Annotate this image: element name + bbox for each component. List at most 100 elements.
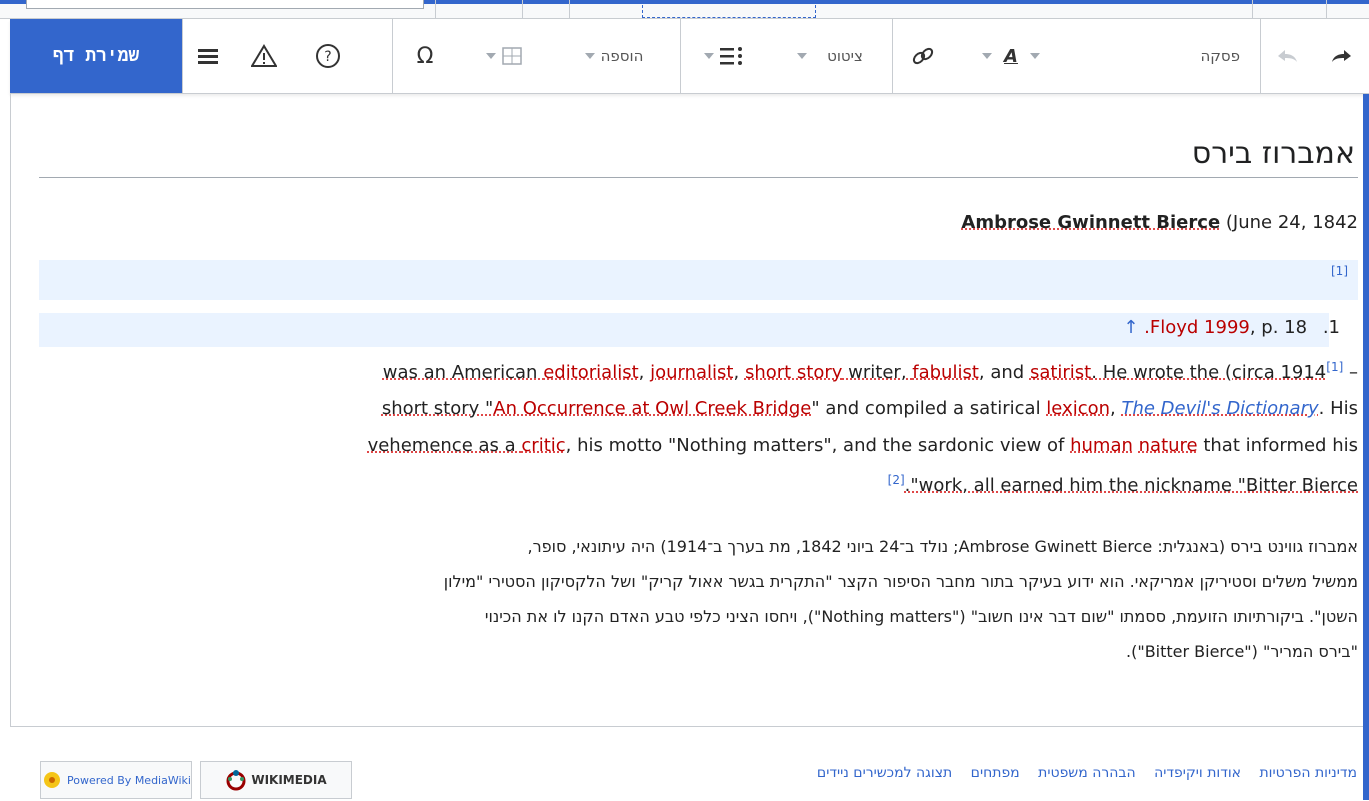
lead-sentence: Ambrose Gwinnett Bierce (June 24, 1842 xyxy=(961,212,1358,233)
text-run: , xyxy=(639,362,650,383)
link-devils-dictionary[interactable]: The Devil's Dictionary xyxy=(1121,398,1318,419)
mediawiki-label: Powered By MediaWiki xyxy=(67,774,191,787)
footer-links: מדיניות הפרטיות אודות ויקיפדיה הבהרה משפ… xyxy=(803,765,1357,781)
chevron-down-icon xyxy=(1030,53,1040,59)
reference-marker[interactable]: [1] xyxy=(1331,264,1348,278)
insert-menu[interactable]: הוספה xyxy=(546,19,676,93)
reference-number: .1 xyxy=(1323,317,1340,338)
link-button[interactable] xyxy=(892,19,953,93)
footer-link-developers[interactable]: מפתחים xyxy=(971,765,1020,781)
hebrew-line-2: ממשיל משלים וסטיריקן אמריקאי. הוא ידוע ב… xyxy=(444,572,1358,591)
text-run: , xyxy=(1110,398,1121,419)
page-footer: מדיניות הפרטיות אודות ויקיפדיה הבהרה משפ… xyxy=(10,726,1369,801)
reference-source-link[interactable]: .Floyd 1999 xyxy=(1144,317,1250,338)
footer-link-disclaimer[interactable]: הבהרה משפטית xyxy=(1038,765,1135,781)
reference-page: , p. 18 xyxy=(1250,317,1307,338)
help-icon: ? xyxy=(315,43,341,69)
chevron-down-icon xyxy=(585,53,595,59)
text-run: was an American xyxy=(383,362,543,383)
chevron-down-icon xyxy=(486,53,496,59)
editing-surface[interactable]: אמברוז בירס Ambrose Gwinnett Bierce (Jun… xyxy=(10,94,1369,800)
english-line-4: [2]."work, all earned him the nickname "… xyxy=(888,473,1358,496)
table-icon xyxy=(502,47,522,65)
link-fabulist[interactable]: fabulist xyxy=(912,362,979,383)
page-title: אמברוז בירס xyxy=(1192,136,1355,171)
link-journalist[interactable]: journalist xyxy=(650,362,733,383)
text-run: , xyxy=(734,362,745,383)
paragraph-label: פסקה xyxy=(1200,47,1240,65)
undo-button[interactable] xyxy=(1260,19,1315,93)
mediawiki-logo-icon xyxy=(41,769,63,791)
menu-button[interactable] xyxy=(182,19,233,93)
english-line-1: was an American editorialist, journalist… xyxy=(383,360,1358,383)
english-line-2: short story "An Occurrence at Owl Creek … xyxy=(382,398,1358,419)
hebrew-line-4: "בירס המריר" ("Bitter Bierce"). xyxy=(1126,642,1358,661)
wikimedia-badge[interactable]: WIKIMEDIA xyxy=(200,761,352,799)
wikimedia-logo-icon xyxy=(225,769,247,791)
link-nature[interactable]: nature xyxy=(1139,435,1198,456)
citation-marker[interactable]: [1] xyxy=(1326,360,1343,374)
chevron-down-icon xyxy=(797,53,807,59)
birth-date: (June 24, 1842 xyxy=(1226,212,1358,233)
divider xyxy=(435,0,436,18)
link-critic[interactable]: critic xyxy=(521,435,565,456)
search-box-partial[interactable] xyxy=(26,0,424,9)
focus-outline xyxy=(642,0,816,18)
text-run: short story " xyxy=(382,398,493,419)
help-button[interactable]: ? xyxy=(296,19,360,93)
mediawiki-badge[interactable]: Powered By MediaWiki xyxy=(40,761,192,799)
cite-label: ציטוט xyxy=(827,47,863,65)
link-short-story[interactable]: short story xyxy=(745,362,842,383)
text-run: ."work, all earned him the nickname "Bit… xyxy=(905,475,1358,496)
link-owl-creek[interactable]: An Occurrence at Owl Creek Bridge xyxy=(493,398,811,419)
divider xyxy=(1252,0,1253,18)
reference-block[interactable]: [1] xyxy=(39,260,1358,300)
page-issues-button[interactable] xyxy=(232,19,296,93)
text-run: writer, xyxy=(842,362,912,383)
footer-link-mobile[interactable]: תצוגה למכשירים ניידים xyxy=(817,765,952,781)
text-run: , his motto "Nothing matters", and the s… xyxy=(566,435,1070,456)
undo-icon xyxy=(1277,48,1299,64)
title-divider xyxy=(39,177,1358,178)
cite-menu[interactable]: ציטוט xyxy=(762,19,892,93)
reference-entry: ↑ .Floyd 1999, p. 18 .1 xyxy=(1123,317,1340,338)
save-button[interactable]: שמירת דף xyxy=(10,19,182,93)
link-satirist[interactable]: satirist xyxy=(1030,362,1091,383)
redo-icon xyxy=(1330,48,1352,64)
english-line-3: vehemence as a critic, his motto "Nothin… xyxy=(368,435,1358,456)
citation-marker[interactable]: [2] xyxy=(888,473,905,487)
list-button[interactable] xyxy=(680,19,761,93)
chevron-down-icon xyxy=(982,53,992,59)
text-run: " and compiled a satirical xyxy=(811,398,1046,419)
footer-link-privacy[interactable]: מדיניות הפרטיות xyxy=(1259,765,1357,781)
text-style-icon: A xyxy=(1004,46,1018,67)
link-human[interactable]: human xyxy=(1070,435,1133,456)
divider xyxy=(1326,0,1327,18)
hamburger-icon xyxy=(198,47,218,65)
text-run: that informed his xyxy=(1198,435,1358,456)
special-character-button[interactable]: Ω xyxy=(392,19,457,93)
wikimedia-label: WIKIMEDIA xyxy=(251,773,326,787)
insert-label: הוספה xyxy=(601,47,644,65)
text-run: vehemence as a xyxy=(368,435,522,456)
text-run: – xyxy=(1343,362,1358,383)
divider xyxy=(522,0,523,18)
link-icon xyxy=(911,44,935,68)
text-run: , and xyxy=(979,362,1030,383)
back-link[interactable]: ↑ xyxy=(1123,317,1138,338)
subject-name: Ambrose Gwinnett Bierce xyxy=(961,212,1220,233)
chevron-down-icon xyxy=(704,53,714,59)
link-lexicon[interactable]: lexicon xyxy=(1046,398,1110,419)
text-style-menu[interactable]: A xyxy=(952,19,1070,93)
editor-toolbar: שמירת דף ? Ω הוספה ציטוט A פסקה xyxy=(10,19,1369,94)
table-button[interactable] xyxy=(456,19,546,93)
warning-icon xyxy=(251,44,277,68)
hebrew-line-3: השטן". ביקורתיותו הזועמת, ססמתו "שום דבר… xyxy=(485,607,1358,626)
bullet-list-icon xyxy=(720,46,744,66)
link-editorialist[interactable]: editorialist xyxy=(543,362,638,383)
top-strip xyxy=(0,0,1369,19)
footer-link-about[interactable]: אודות ויקיפדיה xyxy=(1154,765,1241,781)
redo-button[interactable] xyxy=(1314,19,1368,93)
paragraph-format-menu[interactable]: פסקה xyxy=(1070,19,1260,93)
hebrew-line-1: אמברוז גווינט בירס (באנגלית: Ambrose Gwi… xyxy=(528,537,1358,556)
